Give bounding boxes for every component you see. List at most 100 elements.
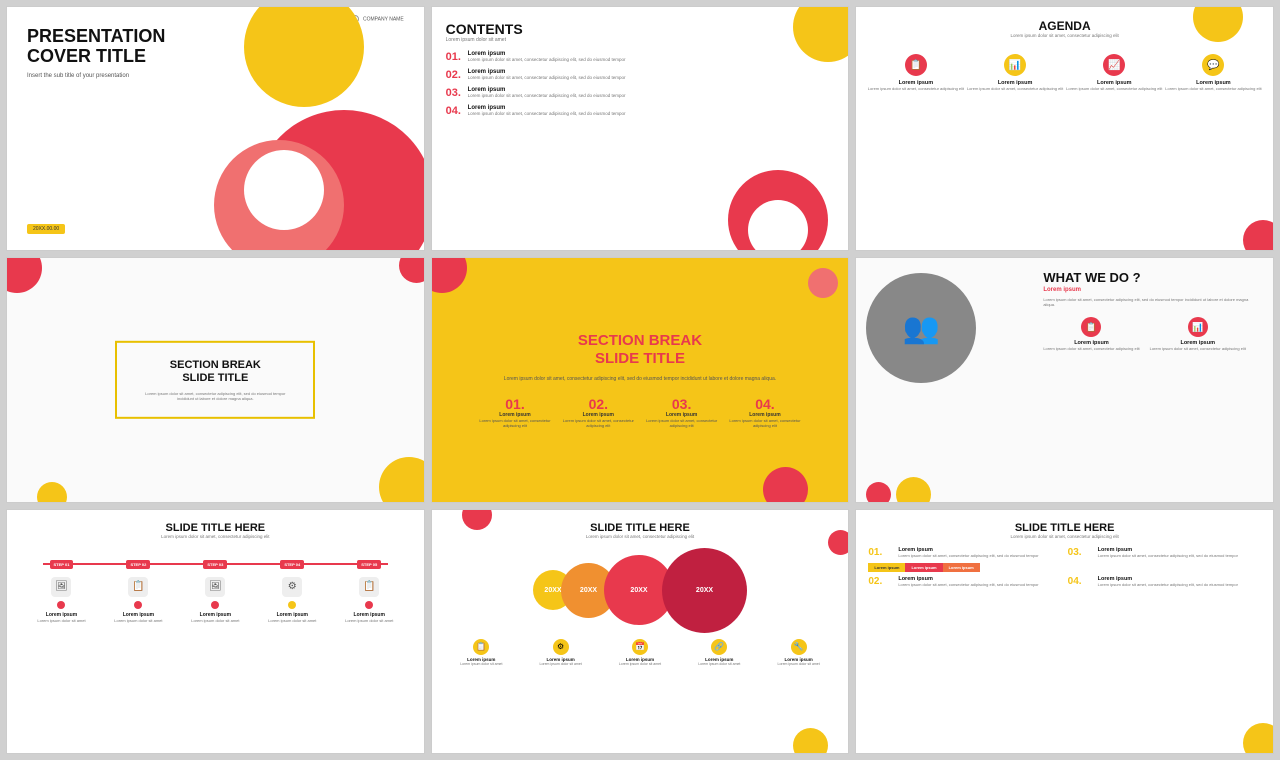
slide9-num-2: 02. (868, 576, 892, 587)
slide8-icon-desc-3: Lorem ipsum dolor sit amet (619, 662, 661, 666)
contents-subtitle: Lorem ipsum dolor sit amet (446, 37, 835, 43)
slide8-icon-circle-5: 🔧 (791, 639, 807, 655)
slide8-icon-circle-2: ⚙ (553, 639, 569, 655)
slide9-rowdesc-2: Lorem ipsum dolor sit amet, consectetur … (898, 582, 1061, 587)
agenda-item-desc-3: Lorem ipsum dolor sit amet, consectetur … (1065, 86, 1164, 91)
item-desc-2: Lorem ipsum dolor sit amet, consectetur … (468, 75, 626, 80)
slide8-icons-row: 📋 Lorem ipsum Lorem ipsum dolor sit amet… (432, 639, 849, 666)
step-desc-5: Lorem ipsum dolor sit amet (331, 618, 408, 623)
what-icon-circle-1: 📋 (1081, 317, 1101, 337)
circles-area: 20XX 20XX 20XX 20XX (432, 548, 849, 633)
section5-desc-1: Lorem ipsum dolor sit amet, consectetur … (473, 418, 556, 428)
contents-item-2: 02. Lorem ipsum Lorem ipsum dolor sit am… (446, 69, 835, 81)
what-icon-circle-2: 📊 (1188, 317, 1208, 337)
item-num-4: 04. (446, 105, 468, 117)
slide9-content: 01. Lorem ipsum Lorem ipsum dolor sit am… (856, 543, 1273, 596)
section5-item-4: 04. Lorem ipsum Lorem ipsum dolor sit am… (723, 396, 806, 428)
slide6-content: WHAT WE DO ? Lorem ipsum Lorem ipsum dol… (1031, 258, 1273, 501)
agenda-icons-row: 📋 Lorem ipsum Lorem ipsum dolor sit amet… (856, 44, 1273, 91)
what-icon-desc-2: Lorem ipsum dolor sit amet, consectetur … (1150, 346, 1246, 351)
agenda-item-2: 📊 Lorem ipsum Lorem ipsum dolor sit amet… (966, 54, 1065, 91)
agenda-item-desc-1: Lorem ipsum dolor sit amet, consectetur … (866, 86, 965, 91)
slide9-header: SLIDE TITLE HERE Lorem ipsum dolor sit a… (856, 510, 1273, 543)
slide8-icon-4: 🔗 Lorem ipsum Lorem ipsum dolor sit amet (698, 639, 740, 666)
section5-desc-3: Lorem ipsum dolor sit amet, consectetur … (640, 418, 723, 428)
step-1: STEP 01 🖼 Lorem ipsum Lorem ipsum dolor … (23, 553, 100, 623)
slide9-rowcontent-2: Lorem ipsum Lorem ipsum dolor sit amet, … (898, 576, 1061, 587)
step-badge-3: STEP 03 (203, 560, 227, 569)
step-dot-1 (57, 601, 65, 609)
slide-what-we-do: 👥 WHAT WE DO ? Lorem ipsum Lorem ipsum d… (855, 257, 1274, 502)
section5-item-1: 01. Lorem ipsum Lorem ipsum dolor sit am… (473, 396, 556, 428)
step-4: STEP 04 ⚙ Lorem ipsum Lorem ipsum dolor … (254, 553, 331, 623)
item-desc-3: Lorem ipsum dolor sit amet, consectetur … (468, 93, 626, 98)
timeline-row: STEP 01 🖼 Lorem ipsum Lorem ipsum dolor … (23, 553, 408, 623)
deco-agenda-red (1243, 220, 1274, 251)
slide8-icon-5: 🔧 Lorem ipsum Lorem ipsum dolor sit amet (778, 639, 820, 666)
what-icon-1: 📋 Lorem ipsum Lorem ipsum dolor sit amet… (1043, 317, 1139, 351)
agenda-item-1: 📋 Lorem ipsum Lorem ipsum dolor sit amet… (866, 54, 965, 91)
slide9-num-4: 04. (1068, 576, 1092, 587)
section-break-box: SECTION BREAK SLIDE TITLE Lorem ipsum do… (115, 341, 315, 419)
cover-title-area: PRESENTATION COVER TITLE Insert the sub … (27, 27, 165, 79)
step-desc-1: Lorem ipsum dolor sit amet (23, 618, 100, 623)
deco-yellow-br (379, 457, 425, 503)
contents-item-1: 01. Lorem ipsum Lorem ipsum dolor sit am… (446, 51, 835, 63)
what-icon-2: 📊 Lorem ipsum Lorem ipsum dolor sit amet… (1150, 317, 1246, 351)
step-icon-2: 📋 (128, 577, 148, 597)
slide-contents: CONTENTS Lorem ipsum dolor sit amet 01. … (431, 6, 850, 251)
slide9-arrow-3: Lorem ipsum (943, 563, 980, 572)
slide7-subtitle: Lorem ipsum dolor sit amet, consectetur … (7, 534, 424, 539)
agenda-item-desc-2: Lorem ipsum dolor sit amet, consectetur … (966, 86, 1065, 91)
slide-list: SLIDE TITLE HERE Lorem ipsum dolor sit a… (855, 509, 1274, 754)
deco-yellow-bl (37, 482, 67, 503)
contents-item-4: 04. Lorem ipsum Lorem ipsum dolor sit am… (446, 105, 835, 117)
item-num-2: 02. (446, 69, 468, 81)
deco-red-tr (399, 257, 425, 283)
slide9-rowdesc-3: Lorem ipsum dolor sit amet, consectetur … (1098, 553, 1261, 558)
deco6-yellow-bl (896, 477, 931, 503)
section5-num-2: 02. (557, 396, 640, 412)
step-desc-4: Lorem ipsum dolor sit amet (254, 618, 331, 623)
agenda-icon-2: 📊 (1004, 54, 1026, 76)
agenda-item-desc-4: Lorem ipsum dolor sit amet, consectetur … (1164, 86, 1263, 91)
step-icon-4: ⚙ (282, 577, 302, 597)
slide9-rowcontent-1: Lorem ipsum Lorem ipsum dolor sit amet, … (898, 547, 1061, 558)
deco-arc-inner (748, 200, 808, 251)
slide8-icon-circle-4: 🔗 (711, 639, 727, 655)
item-text-4: Lorem ipsum Lorem ipsum dolor sit amet, … (468, 105, 626, 116)
deco9-yellow-br (1243, 723, 1274, 754)
slide-grid: COMPANY NAME PRESENTATION COVER TITLE In… (0, 0, 1280, 760)
contents-item-3: 03. Lorem ipsum Lorem ipsum dolor sit am… (446, 87, 835, 99)
section5-desc: Lorem ipsum dolor sit amet, consectetur … (473, 376, 806, 382)
slide9-rowdesc-1: Lorem ipsum dolor sit amet, consectetur … (898, 553, 1061, 558)
section5-title: SECTION BREAK SLIDE TITLE (473, 332, 806, 368)
step-3: STEP 03 🖼 Lorem ipsum Lorem ipsum dolor … (177, 553, 254, 623)
slide9-subtitle: Lorem ipsum dolor sit amet, consectetur … (856, 534, 1273, 539)
slide8-icon-circle-1: 📋 (473, 639, 489, 655)
cover-date: 20XX.00.00 (27, 224, 65, 234)
section5-item-3: 03. Lorem ipsum Lorem ipsum dolor sit am… (640, 396, 723, 428)
slide9-row-2: 02. Lorem ipsum Lorem ipsum dolor sit am… (868, 576, 1261, 587)
section5-num-1: 01. (473, 396, 556, 412)
section5-item-2: 02. Lorem ipsum Lorem ipsum dolor sit am… (557, 396, 640, 428)
step-badge-5: STEP 05 (357, 560, 381, 569)
item-text-2: Lorem ipsum Lorem ipsum dolor sit amet, … (468, 69, 626, 80)
slide8-header: SLIDE TITLE HERE Lorem ipsum dolor sit a… (432, 510, 849, 543)
what-subtitle: Lorem ipsum (1043, 287, 1261, 293)
deco6-red-bl (866, 482, 891, 503)
section5-items-row: 01. Lorem ipsum Lorem ipsum dolor sit am… (473, 396, 806, 428)
agenda-icon-4: 💬 (1202, 54, 1224, 76)
slide8-icon-desc-5: Lorem ipsum dolor sit amet (778, 662, 820, 666)
cover-sub-title: Insert the sub title of your presentatio… (27, 73, 165, 79)
slide-section-yellow: SECTION BREAK SLIDE TITLE Lorem ipsum do… (431, 257, 850, 502)
item-desc-4: Lorem ipsum dolor sit amet, consectetur … (468, 111, 626, 116)
agenda-icon-3: 📈 (1103, 54, 1125, 76)
slide9-rowdesc-4: Lorem ipsum dolor sit amet, consectetur … (1098, 582, 1261, 587)
agenda-item-4: 💬 Lorem ipsum Lorem ipsum dolor sit amet… (1164, 54, 1263, 91)
contents-area: CONTENTS Lorem ipsum dolor sit amet 01. … (432, 7, 849, 137)
slide-section-white: SECTION BREAK SLIDE TITLE Lorem ipsum do… (6, 257, 425, 502)
slide9-rowcontent-3: Lorem ipsum Lorem ipsum dolor sit amet, … (1098, 547, 1261, 558)
section5-desc-4: Lorem ipsum dolor sit amet, consectetur … (723, 418, 806, 428)
slide7-title: SLIDE TITLE HERE (7, 522, 424, 534)
